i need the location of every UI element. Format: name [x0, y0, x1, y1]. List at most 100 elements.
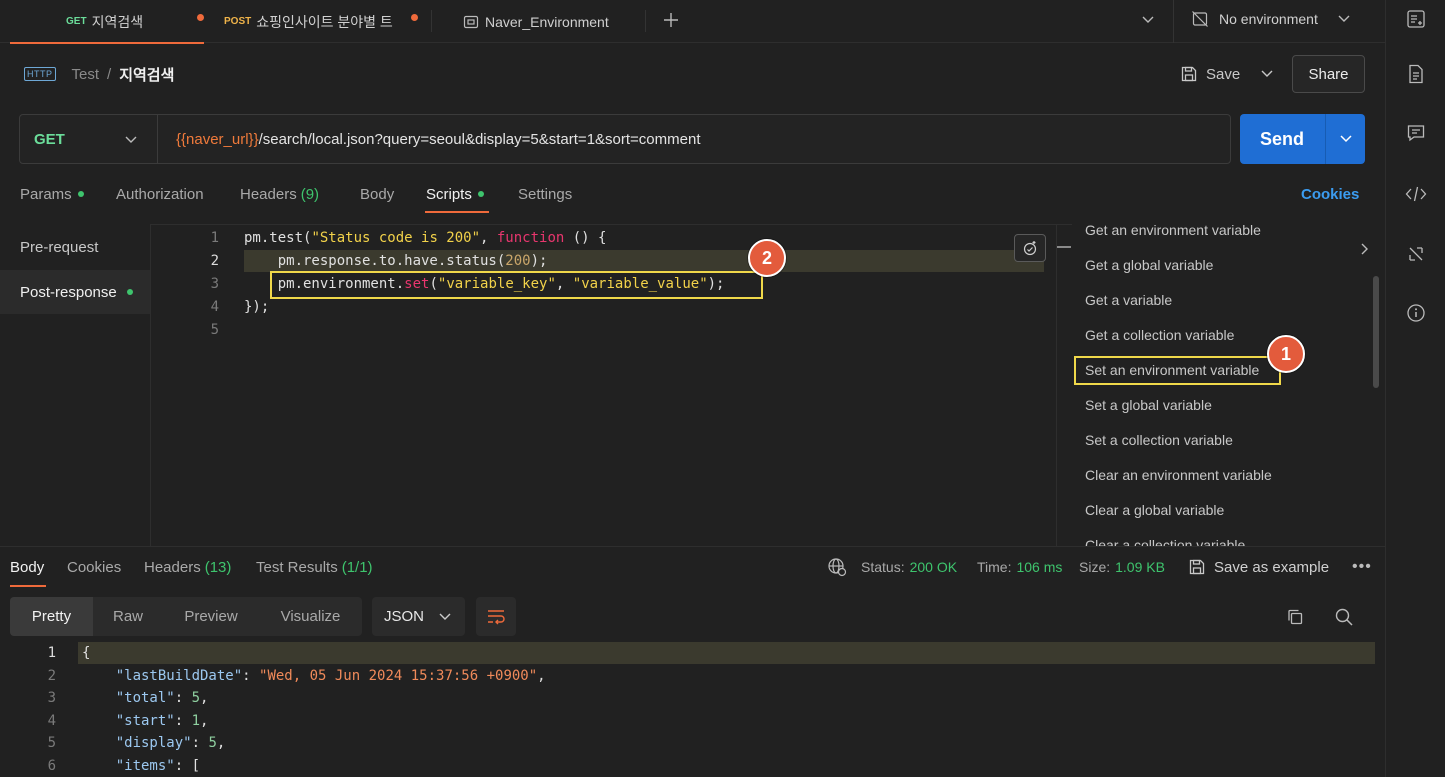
save-as-example-button[interactable]: Save as example: [1188, 556, 1329, 578]
json-number: 5: [208, 735, 217, 751]
tab-request-shopping-insight[interactable]: POST 쇼핑인사이트 분야별 트: [224, 0, 393, 43]
cookies-link[interactable]: Cookies: [1301, 184, 1359, 204]
copy-icon[interactable]: [1284, 605, 1306, 629]
view-tab-preview[interactable]: Preview: [163, 597, 259, 636]
breadcrumb-collection[interactable]: Test: [72, 66, 100, 83]
line-number: 1: [210, 230, 219, 246]
snippet-item[interactable]: Clear a global variable: [1085, 502, 1224, 518]
response-tab-test-results[interactable]: Test Results (1/1): [256, 557, 373, 577]
response-size[interactable]: Size: 1.09 KB: [1079, 557, 1165, 577]
snippet-item[interactable]: Set a collection variable: [1085, 432, 1233, 448]
code-token: });: [244, 299, 270, 315]
tab-label: 지역검색: [91, 13, 144, 30]
code-line: });: [244, 299, 269, 315]
no-environment-icon: [1191, 10, 1209, 28]
share-button[interactable]: Share: [1292, 55, 1365, 93]
url-input[interactable]: {{naver_url}}/search/local.json?query=se…: [176, 115, 701, 163]
tab-scripts[interactable]: Scripts: [426, 184, 484, 204]
environment-quicklook-icon[interactable]: [1403, 6, 1429, 32]
snippet-item[interactable]: Clear a collection variable: [1085, 537, 1245, 546]
json-line: "lastBuildDate": "Wed, 05 Jun 2024 15:37…: [82, 668, 546, 684]
json-punct: :: [174, 758, 192, 774]
environment-selector[interactable]: No environment: [1191, 8, 1350, 30]
search-icon[interactable]: [1333, 605, 1355, 629]
response-time[interactable]: Time: 106 ms: [977, 557, 1062, 577]
script-pre-request[interactable]: Pre-request: [20, 237, 98, 257]
tab-label: Authorization: [116, 185, 204, 203]
time-value: 106 ms: [1016, 559, 1063, 575]
response-tab-body[interactable]: Body: [10, 557, 44, 577]
snippets-scrollbar[interactable]: [1373, 276, 1379, 388]
response-tab-cookies[interactable]: Cookies: [67, 557, 121, 577]
page-title[interactable]: 지역검색: [119, 64, 174, 85]
code-token: pm.test(: [244, 230, 312, 246]
line-number: 4: [47, 713, 56, 729]
json-number: 1: [191, 713, 201, 729]
annotation-badge-2: 2: [748, 239, 786, 277]
json-key: "items": [115, 758, 175, 774]
code-token: );: [530, 253, 548, 269]
network-globe-icon[interactable]: [826, 556, 848, 578]
tabs-overflow-chevron-down-icon[interactable]: [1138, 9, 1158, 31]
documentation-icon[interactable]: [1403, 61, 1429, 87]
view-tab-pretty[interactable]: Pretty: [10, 597, 93, 636]
tab-authorization[interactable]: Authorization: [116, 184, 204, 204]
send-button[interactable]: Send: [1240, 114, 1324, 164]
snippet-item[interactable]: Clear an environment variable: [1085, 467, 1272, 483]
status-label: Status:: [861, 559, 905, 575]
view-tab-visualize[interactable]: Visualize: [259, 597, 362, 636]
active-dot: [477, 191, 484, 197]
send-button-group: Send: [1240, 114, 1365, 164]
collapse-snippets-chevron-right-icon[interactable]: [1356, 238, 1374, 260]
snippet-item[interactable]: Get an environment variable: [1085, 224, 1261, 238]
method-select[interactable]: GET: [20, 115, 158, 163]
active-tab-indicator: [10, 42, 204, 44]
json-line: {: [82, 645, 91, 661]
more-options-icon[interactable]: •••: [1352, 556, 1372, 578]
send-options-chevron-down-icon[interactable]: [1325, 114, 1365, 164]
snippet-item[interactable]: Get a variable: [1085, 292, 1172, 308]
new-tab-plus-icon[interactable]: [660, 9, 682, 31]
line-number: 3: [210, 276, 219, 292]
tab-headers[interactable]: Headers (9): [240, 184, 319, 204]
method-value: GET: [34, 130, 65, 148]
json-punct: :: [174, 690, 192, 706]
chevron-down-icon: [439, 608, 451, 625]
view-tab-raw[interactable]: Raw: [93, 597, 163, 636]
info-icon[interactable]: [1403, 300, 1429, 326]
tab-request-local-search[interactable]: GET 지역검색: [66, 0, 143, 43]
snippet-item[interactable]: Get a global variable: [1085, 257, 1213, 273]
active-dot: [77, 191, 84, 197]
url-path: /search/local.json?query=seoul&display=5…: [258, 130, 701, 148]
script-post-response[interactable]: Post-response: [20, 282, 133, 302]
code-snippet-icon[interactable]: [1403, 181, 1429, 207]
tab-label: Settings: [518, 185, 573, 203]
time-label: Time:: [977, 559, 1012, 575]
tab-body[interactable]: Body: [360, 184, 394, 204]
wrap-lines-icon[interactable]: [476, 597, 516, 636]
response-tab-headers[interactable]: Headers (13): [144, 557, 231, 577]
save-button[interactable]: Save: [1180, 62, 1240, 86]
json-punct: [: [191, 758, 201, 774]
json-punct: ,: [200, 690, 209, 706]
save-options-chevron-down-icon[interactable]: [1256, 62, 1278, 86]
line-number: 6: [47, 758, 56, 774]
code-token: ,: [480, 230, 497, 246]
line-number: 3: [47, 690, 56, 706]
active-dot: [126, 289, 133, 295]
format-select[interactable]: JSON: [372, 597, 465, 636]
snippet-item[interactable]: Set a global variable: [1085, 397, 1212, 413]
line-number: 2: [47, 668, 56, 684]
http-request-icon: HTTP: [24, 67, 56, 81]
code-keyword: function: [496, 230, 565, 246]
comments-icon[interactable]: [1403, 120, 1429, 146]
response-status[interactable]: Status: 200 OK: [861, 557, 957, 577]
ai-assist-icon[interactable]: [1014, 234, 1046, 262]
json-punct: ,: [537, 668, 546, 684]
tab-environment-naver[interactable]: Naver_Environment: [463, 0, 609, 43]
tab-params[interactable]: Params: [20, 184, 84, 204]
tab-divider: [645, 10, 646, 32]
related-collections-icon[interactable]: [1403, 241, 1429, 267]
snippet-item[interactable]: Get a collection variable: [1085, 327, 1234, 343]
tab-settings[interactable]: Settings: [518, 184, 572, 204]
